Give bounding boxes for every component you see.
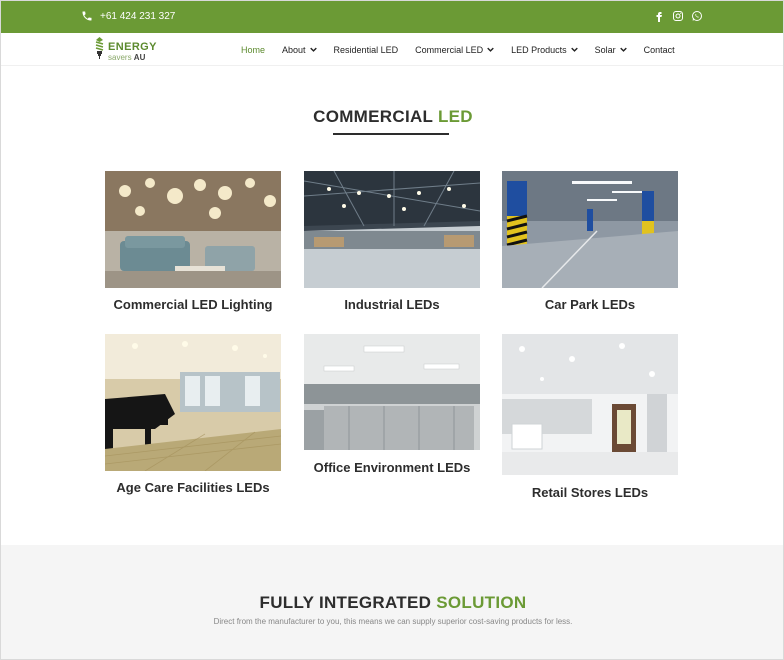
nav-item-commercial-led[interactable]: Commercial LED bbox=[415, 45, 494, 55]
nav-item-about[interactable]: About bbox=[282, 45, 317, 55]
nav-item-label: Commercial LED bbox=[415, 44, 484, 55]
card-title[interactable]: Car Park LEDs bbox=[460, 297, 720, 312]
phone-contact[interactable]: +61 424 231 327 bbox=[81, 10, 175, 22]
chevron-down-icon bbox=[570, 47, 578, 52]
lightbulb-icon bbox=[95, 37, 104, 59]
section-title: COMMERCIAL LED bbox=[313, 107, 473, 126]
nav-item-label: About bbox=[282, 44, 306, 55]
integrated-solution-section: FULLY INTEGRATED SOLUTION Direct from th… bbox=[1, 545, 783, 659]
nav-item-label: Residential LED bbox=[333, 44, 399, 55]
nav-item-solar[interactable]: Solar bbox=[595, 45, 627, 55]
card-image[interactable] bbox=[105, 171, 281, 288]
whatsapp-icon[interactable] bbox=[691, 10, 703, 22]
card-image[interactable] bbox=[105, 334, 281, 471]
instagram-icon[interactable] bbox=[672, 10, 684, 22]
card-office-environment-leds[interactable]: Office Environment LEDs bbox=[304, 334, 480, 475]
card-image[interactable] bbox=[502, 171, 678, 288]
card-image[interactable] bbox=[304, 171, 480, 288]
nav-item-home[interactable]: Home bbox=[241, 45, 265, 55]
title-underline bbox=[333, 133, 449, 135]
phone-number: +61 424 231 327 bbox=[100, 10, 176, 22]
nav-item-led-products[interactable]: LED Products bbox=[511, 45, 578, 55]
main-nav: ENERGY savers AU Home About Residential LE… bbox=[1, 33, 783, 66]
integrated-solution-subtitle: Direct from the manufacturer to you, thi… bbox=[213, 617, 573, 626]
nav-item-contact[interactable]: Contact bbox=[644, 45, 675, 55]
card-commercial-led-lighting[interactable]: Commercial LED Lighting bbox=[105, 171, 281, 312]
logo-wordmark: ENERGY bbox=[108, 41, 157, 53]
integrated-solution-title: FULLY INTEGRATED SOLUTION bbox=[259, 593, 527, 612]
top-bar: +61 424 231 327 bbox=[1, 1, 783, 33]
nav-item-label: Contact bbox=[643, 44, 675, 55]
chevron-down-icon bbox=[619, 47, 627, 52]
card-retail-stores-leds[interactable]: Retail Stores LEDs bbox=[502, 334, 678, 500]
nav-item-label: Solar bbox=[594, 44, 616, 55]
page: +61 424 231 327 ENERGY savers AU Home Abo… bbox=[0, 0, 784, 660]
social-links bbox=[653, 10, 703, 22]
nav-menu: Home About Residential LED Commercial LED LE… bbox=[241, 33, 692, 66]
nav-item-residential-led[interactable]: Residential LED bbox=[334, 45, 399, 55]
nav-item-label: Home bbox=[241, 44, 266, 55]
card-title[interactable]: Age Care Facilities LEDs bbox=[63, 480, 323, 495]
site-logo[interactable]: ENERGY savers AU bbox=[94, 36, 157, 62]
card-title[interactable]: Retail Stores LEDs bbox=[460, 485, 720, 500]
card-title[interactable]: Office Environment LEDs bbox=[262, 460, 522, 475]
card-image[interactable] bbox=[502, 334, 678, 475]
logo-tagline: savers AU bbox=[108, 53, 146, 62]
card-image[interactable] bbox=[304, 334, 480, 450]
phone-icon bbox=[82, 11, 92, 21]
facebook-icon[interactable] bbox=[653, 10, 665, 22]
chevron-down-icon bbox=[309, 47, 317, 52]
card-car-park-leds[interactable]: Car Park LEDs bbox=[502, 171, 678, 312]
card-age-care-facilities-leds[interactable]: Age Care Facilities LEDs bbox=[105, 334, 281, 495]
nav-item-label: LED Products bbox=[511, 44, 567, 55]
chevron-down-icon bbox=[487, 47, 494, 52]
card-industrial-leds[interactable]: Industrial LEDs bbox=[304, 171, 480, 312]
